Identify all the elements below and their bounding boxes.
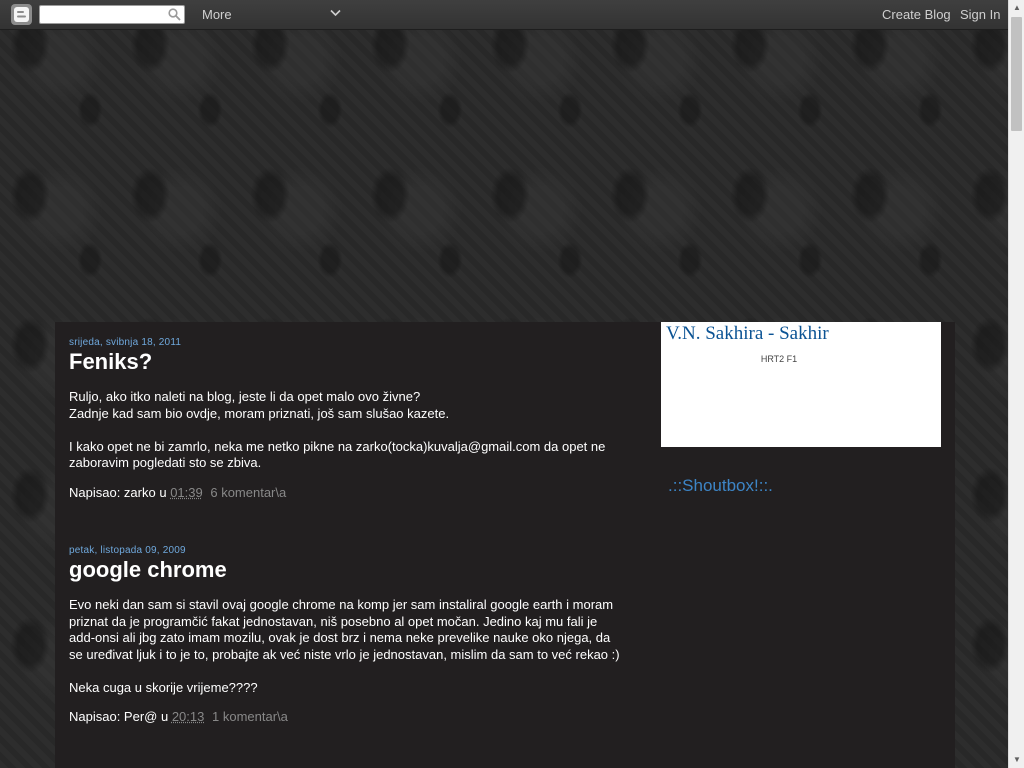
post-time-link[interactable]: 01:39 — [170, 485, 203, 500]
post-author: Napisao: zarko u — [69, 484, 167, 500]
chevron-down-icon[interactable] — [330, 9, 341, 17]
page-scrollbar[interactable]: ▲ ▼ — [1008, 0, 1024, 768]
post-paragraph: Evo neki dan sam si stavil ovaj google c… — [69, 597, 620, 662]
post-footer: Napisao: zarko u 01:39 6 komentar\a — [69, 485, 629, 500]
scroll-up-arrow-icon[interactable]: ▲ — [1009, 0, 1024, 16]
post-paragraph: I kako opet ne bi zamrlo, neka me netko … — [69, 438, 606, 471]
blog-post: petak, listopada 09, 2009 google chrome … — [69, 545, 629, 724]
scroll-down-arrow-icon[interactable]: ▼ — [1009, 752, 1024, 768]
blogger-logo-icon[interactable] — [11, 4, 32, 25]
more-menu[interactable]: More — [202, 7, 232, 22]
scroll-thumb[interactable] — [1011, 17, 1022, 131]
post-date: srijeda, svibnja 18, 2011 — [69, 337, 182, 348]
post-title[interactable]: google chrome — [69, 557, 629, 583]
widget-title[interactable]: V.N. Sakhira - Sakhir — [666, 323, 829, 345]
search-icon[interactable] — [168, 8, 181, 21]
post-author: Napisao: Per@ u — [69, 709, 169, 724]
post-body: Ruljo, ako itko naleti na blog, jeste li… — [69, 389, 625, 472]
post-footer: Napisao: Per@ u 20:13 1 komentar\a — [69, 709, 629, 724]
widget-subtitle: HRT2 F1 — [760, 354, 798, 364]
search-input[interactable] — [39, 5, 185, 24]
sign-in-link[interactable]: Sign In — [960, 7, 1000, 22]
blogger-navbar: More Create Blog Sign In — [0, 0, 1008, 30]
post-date: petak, listopada 09, 2009 — [69, 545, 186, 556]
post-comments-link[interactable]: 1 komentar\a — [212, 709, 288, 724]
post-paragraph: Neka cuga u skorije vrijeme???? — [69, 679, 258, 695]
post-time-link[interactable]: 20:13 — [172, 709, 205, 724]
post-paragraph — [69, 663, 625, 680]
create-blog-link[interactable]: Create Blog — [882, 7, 951, 22]
post-paragraph: Zadnje kad sam bio ovdje, moram priznati… — [69, 405, 450, 421]
blog-main-content: srijeda, svibnja 18, 2011 Feniks? Ruljo,… — [55, 322, 955, 768]
shoutbox-title: .::Shoutbox!::. — [668, 476, 773, 495]
sidebar-widget: V.N. Sakhira - Sakhir HRT2 F1 — [661, 322, 941, 447]
post-paragraph: Ruljo, ako itko naleti na blog, jeste li… — [69, 389, 421, 404]
post-paragraph — [69, 422, 625, 439]
blog-post: srijeda, svibnja 18, 2011 Feniks? Ruljo,… — [69, 337, 629, 500]
post-comments-link[interactable]: 6 komentar\a — [210, 485, 286, 500]
post-body: Evo neki dan sam si stavil ovaj google c… — [69, 597, 625, 696]
post-title[interactable]: Feniks? — [69, 349, 629, 375]
